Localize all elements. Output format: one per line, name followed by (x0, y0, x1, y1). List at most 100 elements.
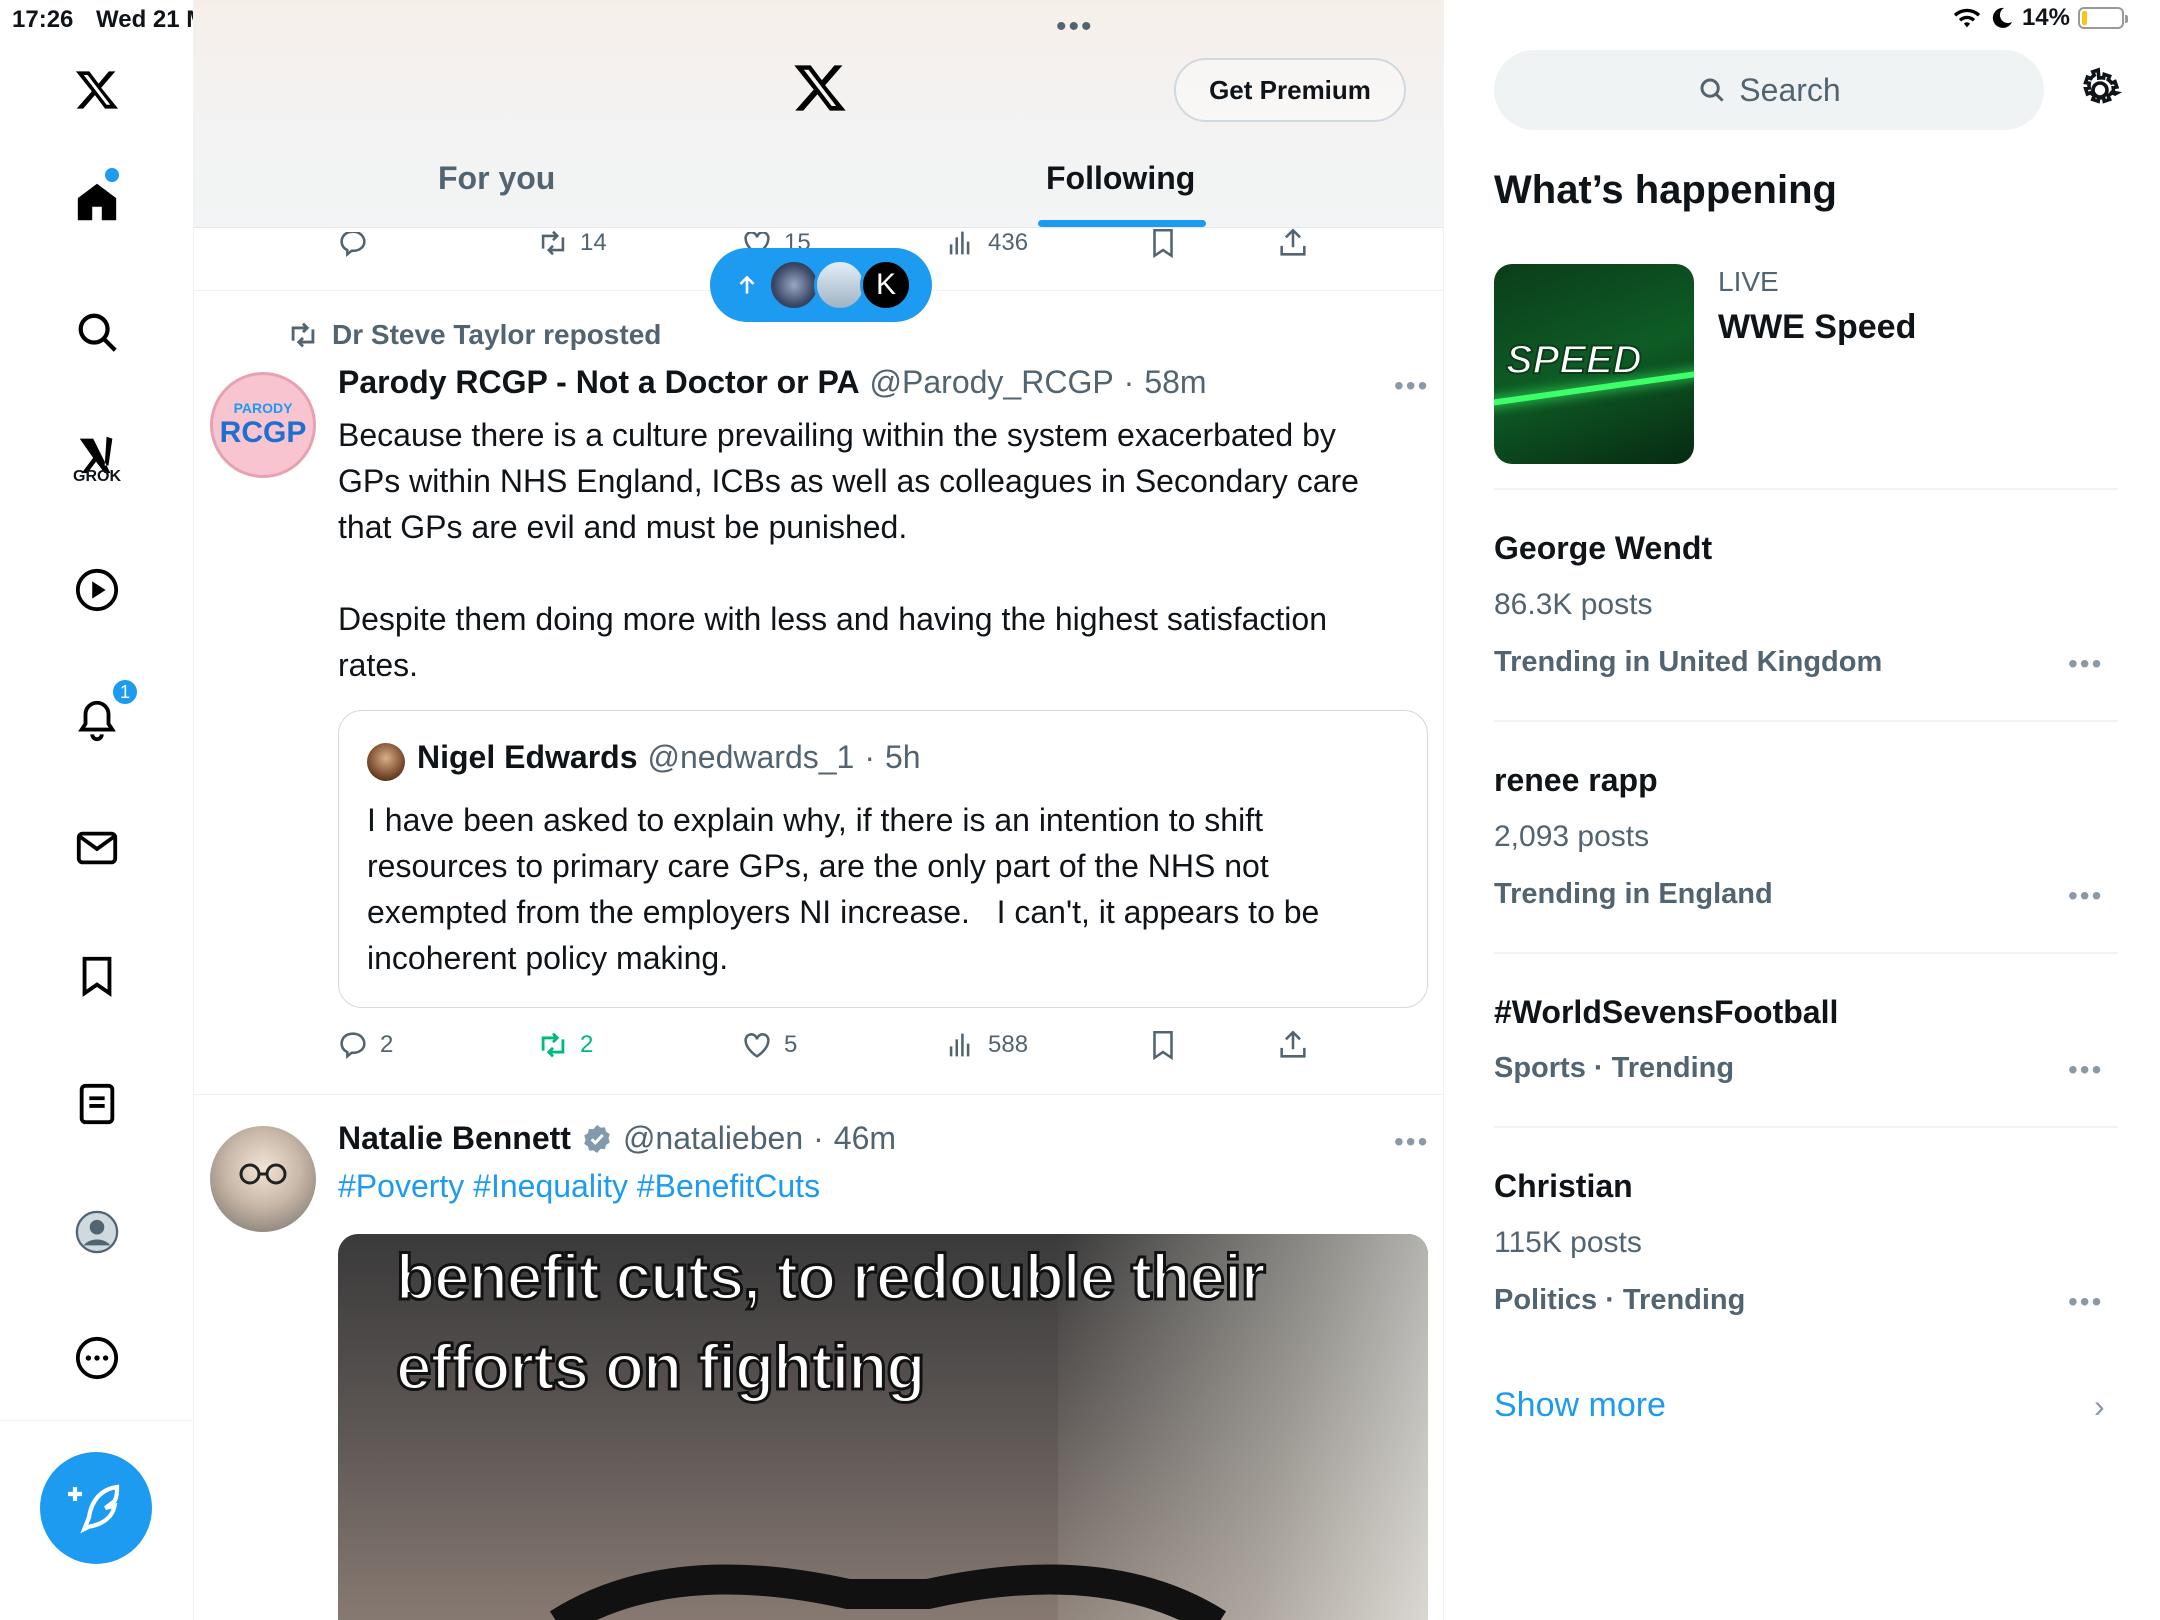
reply-action[interactable] (336, 232, 370, 260)
post-more-icon[interactable]: ••• (1394, 1126, 1429, 1158)
post-hashtags[interactable]: #Poverty #Inequality #BenefitCuts (338, 1168, 820, 1205)
x-logo-icon[interactable] (67, 60, 127, 120)
like-action[interactable]: 5 (740, 1028, 797, 1062)
quoted-post-time: 5h (884, 739, 921, 775)
repost-banner: Dr Steve Taylor reposted (286, 318, 661, 352)
notifications-badge: 1 (111, 678, 139, 706)
more-options-icon[interactable] (67, 1328, 127, 1388)
trend-name[interactable]: Christian (1494, 1168, 1633, 1205)
tab-for-you[interactable]: For you (438, 160, 555, 197)
quoted-body-line: resources to primary care GPs, are the o… (367, 848, 1269, 884)
post-body-line: rates. (338, 647, 419, 683)
new-posts-pill[interactable]: K (710, 248, 932, 322)
author-handle[interactable]: @Parody_RCGP (870, 364, 1114, 401)
explore-search-icon[interactable] (67, 302, 127, 362)
views-chart-icon (949, 1033, 970, 1057)
search-input[interactable]: Search (1494, 50, 2044, 130)
quoted-body-line: I have been asked to explain why, if the… (367, 802, 1263, 838)
grok-label: GROK (73, 468, 121, 485)
repost-icon (291, 322, 315, 348)
views-chart-icon (949, 231, 970, 255)
author-handle[interactable]: @natalieben (623, 1120, 803, 1157)
lists-icon[interactable] (67, 1074, 127, 1134)
bookmark-action[interactable] (1146, 1028, 1180, 1062)
bookmarks-icon[interactable] (67, 946, 127, 1006)
author-name[interactable]: Natalie Bennett (338, 1120, 571, 1157)
post-time[interactable]: 46m (834, 1120, 896, 1157)
grok-icon[interactable]: GROK (67, 424, 127, 485)
compose-post-button[interactable] (40, 1452, 152, 1564)
active-tab-indicator (1038, 220, 1206, 227)
views-action[interactable]: 436 (944, 226, 1028, 260)
trend-name[interactable]: #WorldSevensFootball (1494, 994, 1838, 1031)
get-premium-button[interactable]: Get Premium (1174, 58, 1406, 122)
video-glasses (548, 1534, 1228, 1620)
timeline-column: ••• Get Premium For you Following 14 15 … (194, 0, 1444, 1620)
author-name[interactable]: Parody RCGP - Not a Doctor or PA (338, 364, 860, 401)
new-post-avatar: K (860, 259, 912, 311)
trend-name[interactable]: George Wendt (1494, 530, 1712, 567)
glasses-icon (239, 1163, 287, 1185)
post-author-line: Natalie Bennett @natalieben · 46m (338, 1120, 896, 1157)
bookmark-icon (1153, 1030, 1173, 1061)
reply-count: 2 (380, 1031, 394, 1058)
live-event-thumbnail[interactable]: SPEED (1494, 264, 1694, 464)
share-action[interactable] (1276, 1028, 1310, 1062)
search-placeholder: Search (1739, 71, 1841, 108)
author-avatar[interactable] (210, 1126, 316, 1232)
trend-context: Trending in United Kingdom (1494, 646, 1883, 678)
quoted-author-handle: @nedwards_1 (647, 739, 855, 775)
post-more-icon[interactable]: ••• (1394, 370, 1429, 402)
arrow-up-icon (739, 275, 755, 294)
search-icon (1700, 78, 1724, 102)
post-time[interactable]: 58m (1144, 364, 1206, 401)
status-indicators: 14% (1952, 4, 2128, 32)
views-count: 436 (988, 229, 1029, 256)
notifications-bell-icon[interactable]: 1 (67, 678, 139, 750)
avatar-parody-text: PARODY (233, 400, 293, 416)
repost-count: 2 (580, 1031, 594, 1058)
repost-banner-text: Dr Steve Taylor reposted (332, 319, 662, 350)
trend-divider (1494, 952, 2118, 954)
quoted-body-line: exempted from the employers NI increase.… (367, 894, 1320, 930)
repost-action[interactable]: 14 (536, 226, 607, 260)
wifi-icon (1953, 8, 1981, 28)
profile-avatar-icon[interactable] (67, 1202, 127, 1262)
repost-icon (541, 230, 565, 256)
separator-dot: · (1123, 364, 1135, 400)
bookmark-icon (1153, 228, 1173, 259)
new-post-avatar (768, 259, 820, 311)
home-icon[interactable] (67, 168, 127, 232)
bookmark-action[interactable] (1146, 226, 1180, 260)
quoted-post[interactable]: Nigel Edwards @nedwards_1 · 5h I have be… (338, 710, 1428, 1008)
separator-dot: · (813, 1120, 824, 1156)
post-body-line: Despite them doing more with less and ha… (338, 601, 1327, 637)
compose-feather-icon (68, 1484, 120, 1534)
reply-icon (340, 232, 366, 258)
battery-percent: 14% (2021, 4, 2070, 31)
settings-gear-icon[interactable] (2076, 66, 2124, 114)
trend-more-icon[interactable]: ••• (2068, 1286, 2103, 1318)
trend-more-icon[interactable]: ••• (2068, 648, 2103, 680)
quoted-author-line: Nigel Edwards @nedwards_1 · 5h (417, 739, 921, 776)
live-event-title[interactable]: WWE Speed (1718, 308, 1916, 347)
video-play-icon[interactable] (67, 560, 127, 620)
repost-action[interactable]: 2 (536, 1028, 593, 1062)
reply-action[interactable]: 2 (336, 1028, 393, 1062)
nav-divider (0, 1420, 194, 1421)
post-video[interactable]: benefit cuts, to redouble their efforts … (338, 1234, 1428, 1620)
views-action[interactable]: 588 (944, 1028, 1028, 1062)
verified-badge-icon (584, 1124, 610, 1153)
trend-more-icon[interactable]: ••• (2068, 1054, 2103, 1086)
trend-more-icon[interactable]: ••• (2068, 880, 2103, 912)
share-action[interactable] (1276, 226, 1310, 260)
quoted-post-body: I have been asked to explain why, if the… (367, 797, 1407, 981)
post-body-line: GPs within NHS England, ICBs as well as … (338, 463, 1359, 499)
show-more-link[interactable]: Show more (1494, 1386, 1666, 1425)
author-avatar[interactable]: PARODY RCGP (210, 372, 316, 478)
multitask-dots-icon[interactable]: ••• (1056, 10, 1094, 44)
messages-mail-icon[interactable] (67, 818, 127, 878)
home-unread-dot (105, 168, 119, 182)
tab-following[interactable]: Following (1046, 160, 1195, 197)
trend-name[interactable]: renee rapp (1494, 762, 1658, 799)
